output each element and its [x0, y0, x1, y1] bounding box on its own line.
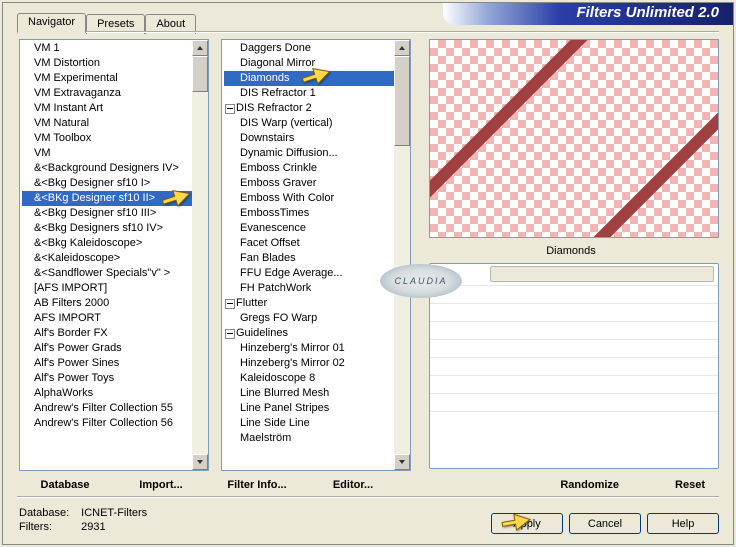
filter-list[interactable]: Daggers DoneDiagonal MirrorDiamondsDIS R…: [221, 39, 411, 471]
category-item[interactable]: AFS IMPORT: [22, 311, 206, 326]
category-item[interactable]: VM Natural: [22, 116, 206, 131]
category-item[interactable]: &<Bkg Designers sf10 IV>: [22, 221, 206, 236]
toolbar-left: Database Import... Filter Info... Editor…: [17, 477, 401, 497]
filter-item[interactable]: Emboss With Color: [224, 191, 408, 206]
dialog-buttons: Apply Cancel Help: [491, 513, 719, 534]
status-info: Database:ICNET-Filters Filters:2931: [17, 505, 159, 535]
filter-item[interactable]: DIS Refractor 2: [224, 101, 408, 116]
filter-item[interactable]: Fan Blades: [224, 251, 408, 266]
filter-item[interactable]: Daggers Done: [224, 41, 408, 56]
apply-button[interactable]: Apply: [491, 513, 563, 534]
category-item[interactable]: [AFS IMPORT]: [22, 281, 206, 296]
watermark: CLAUDIA: [380, 264, 462, 298]
scrollbar[interactable]: [394, 40, 410, 470]
scroll-up-button[interactable]: [192, 40, 208, 56]
filter-item[interactable]: DIS Refractor 1: [224, 86, 408, 101]
database-button[interactable]: Database: [17, 477, 113, 497]
reset-button[interactable]: Reset: [667, 477, 713, 493]
editor-button[interactable]: Editor...: [305, 477, 401, 497]
category-item[interactable]: Andrew's Filter Collection 55: [22, 401, 206, 416]
category-item[interactable]: Alf's Power Sines: [22, 356, 206, 371]
category-item[interactable]: VM Extravaganza: [22, 86, 206, 101]
scroll-thumb[interactable]: [394, 56, 410, 146]
category-item[interactable]: &<BKg Designer sf10 II>: [22, 191, 206, 206]
scroll-thumb[interactable]: [192, 56, 208, 92]
category-item[interactable]: &<Sandflower Specials"v" >: [22, 266, 206, 281]
filter-item[interactable]: Downstairs: [224, 131, 408, 146]
category-item[interactable]: &<Bkg Kaleidoscope>: [22, 236, 206, 251]
category-item[interactable]: AlphaWorks: [22, 386, 206, 401]
filter-item[interactable]: Diamonds: [224, 71, 408, 86]
filter-item[interactable]: Line Panel Stripes: [224, 401, 408, 416]
category-item[interactable]: &<Bkg Designer sf10 I>: [22, 176, 206, 191]
category-item[interactable]: Alf's Power Grads: [22, 341, 206, 356]
filter-item[interactable]: Flutter: [224, 296, 408, 311]
category-item[interactable]: VM Instant Art: [22, 101, 206, 116]
filter-item[interactable]: Kaleidoscope 8: [224, 371, 408, 386]
filter-item[interactable]: Emboss Graver: [224, 176, 408, 191]
filter-item[interactable]: DIS Warp (vertical): [224, 116, 408, 131]
category-item[interactable]: AB Filters 2000: [22, 296, 206, 311]
scroll-down-button[interactable]: [192, 454, 208, 470]
preview-label: Diamonds: [429, 245, 713, 257]
import-button[interactable]: Import...: [113, 477, 209, 497]
filter-item[interactable]: Gregs FO Warp: [224, 311, 408, 326]
filter-item[interactable]: Emboss Crinkle: [224, 161, 408, 176]
category-item[interactable]: Alf's Power Toys: [22, 371, 206, 386]
filter-item[interactable]: Maelström: [224, 431, 408, 446]
filter-item[interactable]: Diagonal Mirror: [224, 56, 408, 71]
filter-item[interactable]: Hinzeberg's Mirror 01: [224, 341, 408, 356]
filter-item[interactable]: Line Side Line: [224, 416, 408, 431]
filter-item[interactable]: Evanescence: [224, 221, 408, 236]
toolbar-right: Randomize Reset: [552, 477, 713, 493]
category-item[interactable]: Andrew's Filter Collection 56: [22, 416, 206, 431]
preview-panel: [429, 39, 719, 238]
cancel-button[interactable]: Cancel: [569, 513, 641, 534]
filter-item[interactable]: Guidelines: [224, 326, 408, 341]
filter-item[interactable]: EmbossTimes: [224, 206, 408, 221]
filter-item[interactable]: Line Blurred Mesh: [224, 386, 408, 401]
slider[interactable]: [490, 266, 714, 282]
title-bar: Filters Unlimited 2.0: [443, 3, 733, 25]
category-item[interactable]: VM Experimental: [22, 71, 206, 86]
randomize-button[interactable]: Randomize: [552, 477, 627, 493]
category-item[interactable]: &<Kaleidoscope>: [22, 251, 206, 266]
category-item[interactable]: &<Background Designers IV>: [22, 161, 206, 176]
category-item[interactable]: VM Toolbox: [22, 131, 206, 146]
category-item[interactable]: Alf's Border FX: [22, 326, 206, 341]
parameter-panel: [429, 263, 719, 469]
category-item[interactable]: &<Bkg Designer sf10 III>: [22, 206, 206, 221]
filter-info-button[interactable]: Filter Info...: [209, 477, 305, 497]
app-title: Filters Unlimited 2.0: [576, 4, 719, 21]
category-list[interactable]: VM 1VM DistortionVM ExperimentalVM Extra…: [19, 39, 209, 471]
help-button[interactable]: Help: [647, 513, 719, 534]
tabs: Navigator Presets About: [17, 13, 196, 33]
category-item[interactable]: VM: [22, 146, 206, 161]
scrollbar[interactable]: [192, 40, 208, 470]
filter-item[interactable]: Hinzeberg's Mirror 02: [224, 356, 408, 371]
category-item[interactable]: VM Distortion: [22, 56, 206, 71]
filter-item[interactable]: Facet Offset: [224, 236, 408, 251]
category-item[interactable]: VM 1: [22, 41, 206, 56]
scroll-down-button[interactable]: [394, 454, 410, 470]
scroll-up-button[interactable]: [394, 40, 410, 56]
tab-navigator[interactable]: Navigator: [17, 13, 86, 33]
filter-item[interactable]: Dynamic Diffusion...: [224, 146, 408, 161]
